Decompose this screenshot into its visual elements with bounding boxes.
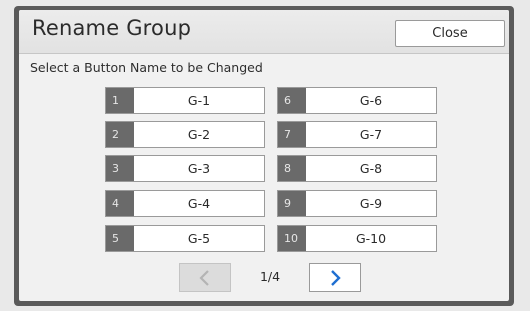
dialog-header: Rename Group Close	[19, 10, 509, 54]
chevron-left-icon	[199, 269, 209, 286]
page-indicator: 1/4	[259, 269, 281, 284]
group-name-label: G-8	[359, 161, 383, 176]
group-name-label: G-5	[187, 231, 211, 246]
next-page-button[interactable]	[309, 263, 361, 292]
group-name-label: G-9	[359, 196, 383, 211]
group-number-badge: 5	[106, 226, 134, 251]
group-number-badge: 9	[278, 191, 306, 216]
group-number-badge: 6	[278, 88, 306, 113]
group-name-label: G-6	[359, 93, 383, 108]
group-name-label: G-1	[187, 93, 211, 108]
group-number-badge: 3	[106, 156, 134, 181]
instruction-text: Select a Button Name to be Changed	[30, 60, 263, 75]
group-name-label: G-7	[359, 127, 383, 142]
close-button[interactable]: Close	[395, 20, 505, 47]
group-button-5[interactable]: 5 G-5	[105, 225, 265, 252]
dialog-title: Rename Group	[32, 16, 192, 40]
group-button-10[interactable]: 10 G-10	[277, 225, 437, 252]
group-number-badge: 7	[278, 122, 306, 147]
group-button-9[interactable]: 9 G-9	[277, 190, 437, 217]
group-name-label: G-10	[355, 231, 387, 246]
group-number-badge: 4	[106, 191, 134, 216]
group-number-badge: 10	[278, 226, 306, 251]
group-number-badge: 8	[278, 156, 306, 181]
group-button-1[interactable]: 1 G-1	[105, 87, 265, 114]
group-button-4[interactable]: 4 G-4	[105, 190, 265, 217]
group-name-label: G-2	[187, 127, 211, 142]
group-button-8[interactable]: 8 G-8	[277, 155, 437, 182]
group-button-2[interactable]: 2 G-2	[105, 121, 265, 148]
group-name-label: G-4	[187, 196, 211, 211]
group-button-7[interactable]: 7 G-7	[277, 121, 437, 148]
previous-page-button[interactable]	[179, 263, 231, 292]
chevron-right-icon	[331, 269, 341, 286]
rename-group-dialog: Rename Group Close Select a Button Name …	[19, 10, 509, 301]
group-button-6[interactable]: 6 G-6	[277, 87, 437, 114]
group-number-badge: 2	[106, 122, 134, 147]
group-name-label: G-3	[187, 161, 211, 176]
group-button-3[interactable]: 3 G-3	[105, 155, 265, 182]
group-number-badge: 1	[106, 88, 134, 113]
